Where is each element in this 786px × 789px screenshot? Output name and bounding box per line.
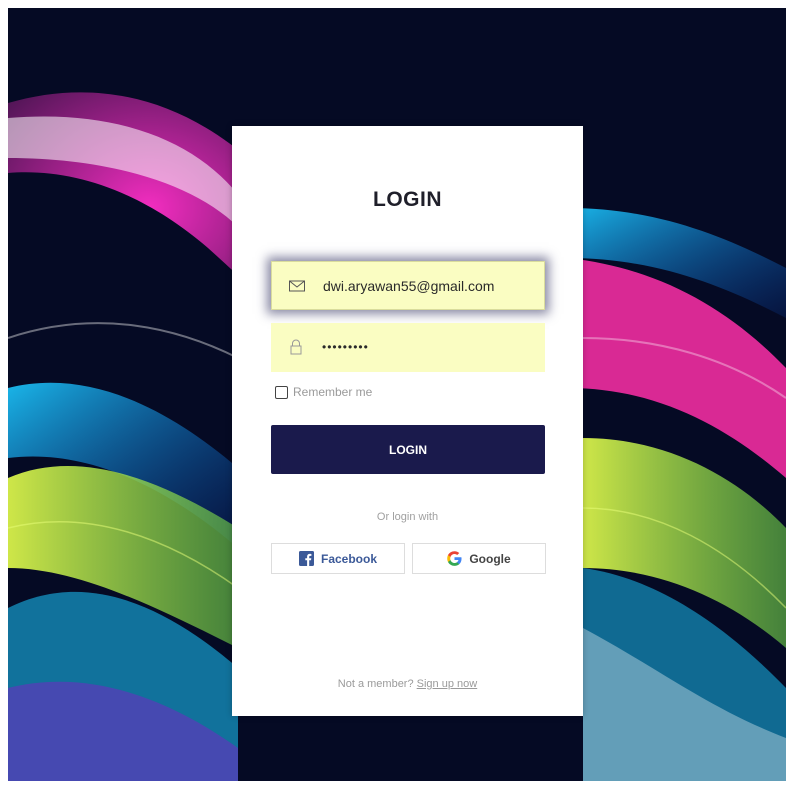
google-login-button[interactable]: Google bbox=[412, 543, 546, 574]
facebook-login-button[interactable]: Facebook bbox=[271, 543, 405, 574]
signup-footer: Not a member? Sign up now bbox=[232, 678, 583, 690]
envelope-icon bbox=[289, 280, 305, 292]
email-input[interactable] bbox=[323, 262, 533, 309]
page-frame: LOGIN Remember me LOGIN Or login with bbox=[8, 8, 786, 781]
lock-icon bbox=[290, 339, 302, 355]
login-title: LOGIN bbox=[373, 188, 442, 211]
facebook-icon bbox=[298, 551, 314, 566]
google-label: Google bbox=[469, 551, 511, 566]
remember-me[interactable]: Remember me bbox=[275, 384, 372, 400]
not-member-text: Not a member? bbox=[337, 678, 414, 690]
login-button[interactable]: LOGIN bbox=[271, 425, 545, 474]
or-login-with-text: Or login with bbox=[376, 511, 439, 523]
facebook-label: Facebook bbox=[320, 551, 377, 566]
login-card: LOGIN Remember me LOGIN Or login with bbox=[232, 126, 583, 716]
password-input[interactable] bbox=[322, 323, 532, 370]
remember-label: Remember me bbox=[293, 385, 373, 399]
email-field-container[interactable] bbox=[271, 261, 545, 310]
remember-checkbox[interactable] bbox=[275, 385, 288, 399]
password-field-container[interactable] bbox=[271, 323, 545, 372]
google-icon bbox=[447, 551, 462, 566]
signup-link[interactable]: Sign up now bbox=[417, 678, 478, 690]
